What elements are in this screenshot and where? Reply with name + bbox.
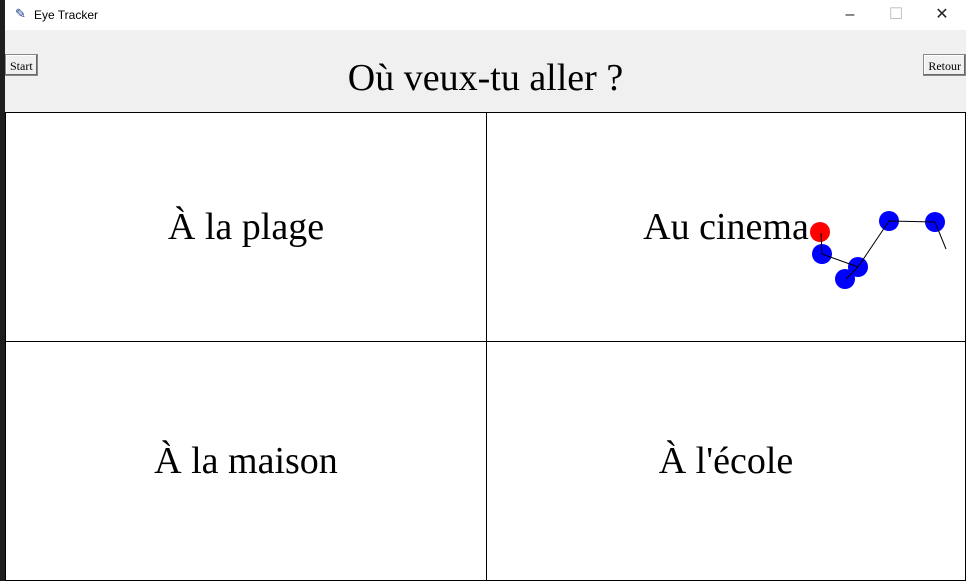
gaze-point-current (810, 222, 830, 242)
app-window: ✎ Eye Tracker – ☐ ✕ Start Retour Où veux… (5, 0, 966, 581)
gaze-overlay (810, 211, 947, 289)
gaze-path (820, 220, 947, 280)
